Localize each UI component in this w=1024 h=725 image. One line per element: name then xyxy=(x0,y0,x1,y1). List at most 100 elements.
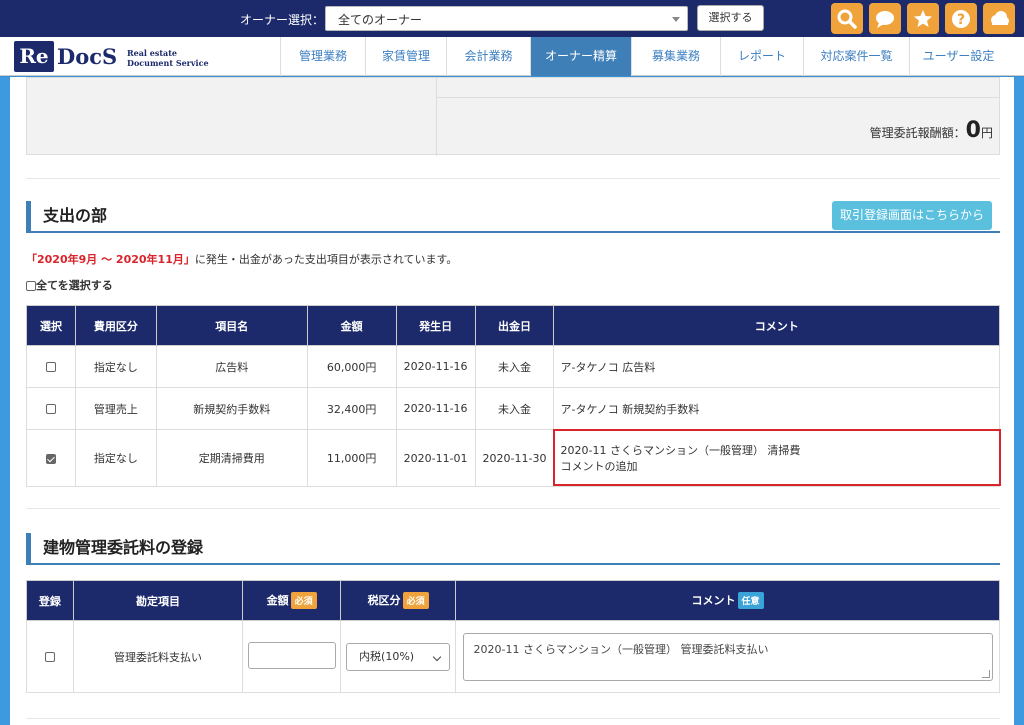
highlight-box xyxy=(553,429,1001,486)
resize-handle-icon[interactable] xyxy=(981,669,990,678)
tax-header-label: 税区分 xyxy=(367,594,401,607)
period-notice: 「2020年9月 ～ 2020年11月」に発生・出金があった支出項目が表示されて… xyxy=(26,251,457,267)
row-checkbox-checked[interactable] xyxy=(45,453,56,464)
select-all-label: 全てを選択する xyxy=(36,279,113,292)
divider xyxy=(26,508,1000,509)
star-icon[interactable] xyxy=(907,3,939,34)
col-header-paid-date: 出金日 xyxy=(474,305,555,346)
summary-box: 管理委託報酬額：0円 xyxy=(26,77,1000,156)
logo-subtitle: Real estate Document Service xyxy=(127,48,209,68)
nav-item-management[interactable]: 管理業務 xyxy=(280,37,365,76)
management-fee-label: 管理委託報酬額： xyxy=(869,126,966,140)
paid-date-cell: 2020-11-30 xyxy=(474,429,555,487)
col-header-comment: コメント 任意 xyxy=(455,580,1000,621)
category-cell: 管理売上 xyxy=(74,387,157,430)
required-badge: 必須 xyxy=(290,592,317,609)
chevron-down-icon xyxy=(432,652,442,661)
amount-input[interactable] xyxy=(247,641,336,669)
register-cell xyxy=(26,620,74,693)
select-all-checkbox[interactable] xyxy=(26,281,36,291)
summary-divider xyxy=(436,78,437,156)
comment-textarea[interactable]: 2020-11 さくらマンション（一般管理） 管理委託料支払い xyxy=(462,632,993,681)
owner-select-value: 全てのオーナー xyxy=(338,13,423,27)
table-row: 管理委託料支払い 内税(10%) 2020-11 さくらマンション（一般管理） … xyxy=(26,620,1000,693)
main-content: 管理委託報酬額：0円 支出の部 取引登録画面はこちらから 「2020年9月 ～ … xyxy=(10,77,1014,725)
comment-header-label: コメント xyxy=(691,594,736,607)
col-header-account: 勘定項目 xyxy=(72,580,244,621)
summary-row-line xyxy=(437,97,1000,98)
tax-select[interactable]: 内税(10%) xyxy=(346,642,451,671)
item-cell: 定期清掃費用 xyxy=(155,429,308,487)
period-notice-text: に発生・出金があった支出項目が表示されています。 xyxy=(194,253,458,266)
nav-item-user-settings[interactable]: ユーザー設定 xyxy=(909,37,1007,76)
category-cell: 指定なし xyxy=(74,345,157,388)
chat-icon[interactable] xyxy=(869,3,901,34)
logo-re: Re xyxy=(14,41,54,72)
commission-section-title: 建物管理委託料の登録 xyxy=(26,533,1000,565)
col-header-occurred-date: 発生日 xyxy=(395,305,476,346)
divider xyxy=(26,718,1000,719)
nav-item-accounting[interactable]: 会計業務 xyxy=(446,37,530,76)
col-header-select: 選択 xyxy=(26,305,76,346)
col-header-item: 項目名 xyxy=(155,305,308,346)
nav-item-recruitment[interactable]: 募集業務 xyxy=(631,37,720,76)
comment-textarea-value: 2020-11 さくらマンション（一般管理） 管理委託料支払い xyxy=(473,642,769,656)
transaction-register-link-button[interactable]: 取引登録画面はこちらから xyxy=(832,201,992,230)
row-checkbox[interactable] xyxy=(45,404,56,414)
right-rail xyxy=(1014,77,1024,725)
main-nav: Re DocS Real estate Document Service 管理業… xyxy=(0,37,1024,76)
col-header-comment: コメント xyxy=(553,305,1000,346)
row-checkbox[interactable] xyxy=(45,362,56,372)
col-header-amount: 金額 xyxy=(306,305,397,346)
search-icon[interactable] xyxy=(831,3,863,34)
table-row: 管理売上 新規契約手数料 32,400円 2020-11-16 未入金 ア-タケ… xyxy=(26,387,1000,430)
item-cell: 広告料 xyxy=(155,345,308,388)
top-bar: オーナー選択： 全てのオーナー 選択する ? xyxy=(0,0,1024,37)
owner-select-button[interactable]: 選択する xyxy=(697,5,764,31)
amount-header-label: 金額 xyxy=(266,594,289,607)
optional-badge: 任意 xyxy=(737,592,764,609)
commission-table: 登録 勘定項目 金額 必須 税区分 必須 コメント 任意 管理委託料支払い 内税(10… xyxy=(26,580,1000,693)
nav-item-rent[interactable]: 家賃管理 xyxy=(365,37,446,76)
required-badge: 必須 xyxy=(402,592,429,609)
amount-cell: 60,000円 xyxy=(306,345,397,388)
occurred-date-cell: 2020-11-16 xyxy=(395,345,476,388)
logo-subtitle-line1: Real estate xyxy=(127,48,178,58)
comment-cell: 2020-11 さくらマンション（一般管理） 管理委託料支払い xyxy=(455,620,1000,693)
register-checkbox[interactable] xyxy=(44,652,55,662)
amount-cell: 11,000円 xyxy=(306,429,397,487)
table-row: 指定なし 広告料 60,000円 2020-11-16 未入金 ア-タケノコ 広… xyxy=(26,345,1000,388)
comment-cell: ア-タケノコ 広告料 xyxy=(553,345,1000,388)
nav-item-cases[interactable]: 対応案件一覧 xyxy=(803,37,909,76)
category-cell: 指定なし xyxy=(74,429,157,487)
item-cell: 新規契約手数料 xyxy=(155,387,308,430)
row-select-cell xyxy=(26,387,76,430)
amount-cell: 32,400円 xyxy=(306,387,397,430)
management-fee-summary: 管理委託報酬額：0円 xyxy=(870,118,993,143)
owner-select-label: オーナー選択： xyxy=(240,13,325,27)
dropdown-caret-icon xyxy=(672,17,680,22)
col-header-tax: 税区分 必須 xyxy=(340,580,457,621)
row-select-cell xyxy=(26,345,76,388)
amount-cell xyxy=(242,620,342,693)
divider xyxy=(26,178,1000,179)
account-cell: 管理委託料支払い xyxy=(72,620,244,693)
nav-item-report[interactable]: レポート xyxy=(720,37,803,76)
expense-table-header: 選択 費用区分 項目名 金額 発生日 出金日 コメント xyxy=(26,305,1000,346)
owner-select[interactable]: 全てのオーナー xyxy=(325,6,688,31)
comment-cell: ア-タケノコ 新規契約手数料 xyxy=(553,387,1000,430)
svg-text:?: ? xyxy=(957,12,965,28)
col-header-register: 登録 xyxy=(26,580,74,621)
logo-subtitle-line2: Document Service xyxy=(127,58,209,68)
select-all[interactable]: 全てを選択する xyxy=(26,277,113,293)
occurred-date-cell: 2020-11-01 xyxy=(395,429,476,487)
help-icon[interactable]: ? xyxy=(945,3,977,34)
nav-item-owner-settlement[interactable]: オーナー精算 xyxy=(530,37,631,76)
left-rail xyxy=(0,77,10,725)
period-range: 「2020年9月 ～ 2020年11月」 xyxy=(26,253,195,266)
occurred-date-cell: 2020-11-16 xyxy=(395,387,476,430)
tax-cell: 内税(10%) xyxy=(340,620,457,693)
logo-docs: DocS xyxy=(57,44,118,69)
cloud-icon[interactable] xyxy=(983,3,1015,34)
row-select-cell xyxy=(26,429,76,487)
